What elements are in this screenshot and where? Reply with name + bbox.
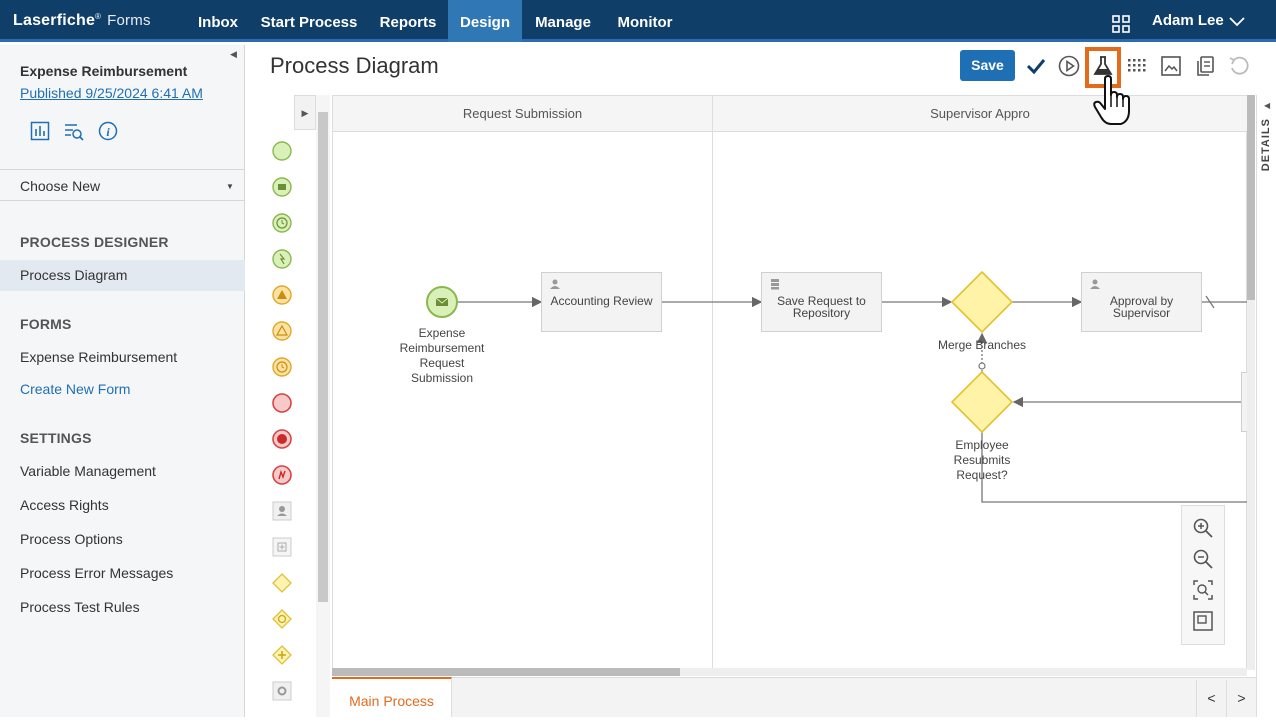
zoom-out-icon[interactable]	[1192, 548, 1214, 570]
task-label: Save Request to Repository	[777, 294, 866, 320]
published-link[interactable]: Published 9/25/2024 6:41 AM	[20, 85, 203, 101]
parallel-gateway-icon[interactable]	[272, 645, 292, 665]
details-label[interactable]: DETAILS	[1260, 118, 1272, 171]
sidebar-item-process-options[interactable]: Process Options	[20, 531, 123, 547]
error-end-event-icon[interactable]	[272, 465, 292, 485]
inclusive-gateway-icon[interactable]	[272, 609, 292, 629]
run-play-icon[interactable]	[1057, 54, 1081, 78]
search-list-icon[interactable]	[64, 121, 84, 141]
task-accounting-review[interactable]: Accounting Review	[541, 272, 662, 332]
collapse-sidebar-icon[interactable]: ◀	[230, 49, 237, 60]
start-event-icon[interactable]	[272, 141, 292, 161]
task-approval-supervisor[interactable]: Approval by Supervisor	[1081, 272, 1202, 332]
left-sidebar: ◀ Expense Reimbursement Published 9/25/2…	[0, 45, 245, 717]
end-event-icon[interactable]	[272, 393, 292, 413]
task-label: Approval by Supervisor	[1109, 294, 1174, 320]
lane-divider	[712, 96, 713, 668]
validate-check-icon[interactable]	[1024, 54, 1048, 78]
product-name: Forms	[107, 12, 151, 29]
divider	[0, 169, 245, 170]
nav-reports[interactable]: Reports	[368, 0, 448, 42]
resubmit-gateway[interactable]	[951, 371, 1013, 433]
page-title: Process Diagram	[270, 53, 439, 78]
nav-design[interactable]: Design	[448, 0, 522, 42]
resubmit-gateway-label: Employee Resubmits Request?	[953, 438, 1011, 482]
palette-scroll-thumb[interactable]	[318, 112, 328, 602]
sidebar-item-process-diagram[interactable]: Process Diagram	[20, 267, 127, 283]
task-save-request[interactable]: Save Request to Repository	[761, 272, 882, 332]
choose-new-dropdown[interactable]: Choose New	[20, 178, 100, 194]
signal-catch-event-icon[interactable]	[272, 321, 292, 341]
canvas-horizontal-thumb[interactable]	[332, 668, 680, 676]
canvas-vertical-thumb[interactable]	[1247, 95, 1255, 300]
sidebar-item-create-form[interactable]: Create New Form	[20, 381, 130, 397]
nav-start-process[interactable]: Start Process	[252, 0, 366, 42]
brand-logo[interactable]: Laserfiche® Forms	[13, 12, 151, 30]
sidebar-item-process-test-rules[interactable]: Process Test Rules	[20, 599, 140, 615]
section-process-designer: PROCESS DESIGNER	[20, 234, 169, 250]
brand-name: Laserfiche	[13, 12, 96, 29]
image-export-icon[interactable]	[1159, 54, 1183, 78]
task-label: Accounting Review	[550, 294, 653, 308]
zoom-in-icon[interactable]	[1192, 517, 1214, 539]
process-tab-bar	[332, 677, 1256, 717]
next-tab-button[interactable]: >	[1226, 680, 1256, 717]
zoom-fit-icon[interactable]	[1192, 579, 1214, 601]
nav-inbox[interactable]: Inbox	[186, 0, 250, 42]
lane-supervisor-approval[interactable]: Supervisor Appro	[713, 96, 1247, 132]
details-panel-toggle[interactable]	[1256, 95, 1276, 717]
section-forms: FORMS	[20, 316, 72, 332]
apps-grid-icon[interactable]	[1112, 15, 1130, 33]
service-task-icon[interactable]	[272, 681, 292, 701]
signal-start-event-icon[interactable]	[272, 249, 292, 269]
expand-details-icon[interactable]: ◀	[1264, 101, 1270, 110]
chevron-down-icon[interactable]	[1229, 14, 1245, 28]
expand-palette-icon[interactable]: ▶	[294, 95, 316, 130]
merge-gateway[interactable]	[951, 271, 1013, 333]
svg-text:i: i	[106, 125, 110, 139]
sidebar-item-access-rights[interactable]: Access Rights	[20, 497, 109, 513]
repository-icon	[771, 279, 779, 290]
nav-monitor[interactable]: Monitor	[605, 0, 685, 42]
prev-tab-button[interactable]: <	[1196, 680, 1226, 717]
process-name: Expense Reimbursement	[20, 63, 188, 79]
section-settings: SETTINGS	[20, 430, 92, 446]
caret-down-icon[interactable]: ▼	[226, 182, 234, 191]
timer-start-event-icon[interactable]	[272, 213, 292, 233]
terminate-end-event-icon[interactable]	[272, 429, 292, 449]
top-navigation: Laserfiche® Forms Inbox Start Process Rep…	[0, 0, 1276, 42]
exclusive-gateway-icon[interactable]	[272, 573, 292, 593]
lane-request-submission[interactable]: Request Submission	[333, 96, 712, 132]
signal-intermediate-event-icon[interactable]	[272, 285, 292, 305]
copy-icon[interactable]	[1193, 54, 1217, 78]
user-menu[interactable]: Adam Lee	[1152, 12, 1224, 29]
info-icon[interactable]: i	[98, 121, 118, 141]
divider	[0, 200, 245, 201]
start-event-label: Expense Reimbursement Request Submission	[399, 326, 485, 385]
timer-intermediate-event-icon[interactable]	[272, 357, 292, 377]
tab-main-process[interactable]: Main Process	[332, 677, 452, 717]
undo-icon[interactable]	[1227, 54, 1251, 78]
user-task-icon	[550, 279, 560, 289]
sidebar-item-process-error-messages[interactable]: Process Error Messages	[20, 565, 173, 581]
message-start-event-icon[interactable]	[272, 177, 292, 197]
message-start-event[interactable]	[425, 285, 459, 319]
sidebar-item-expense-form[interactable]: Expense Reimbursement	[20, 349, 177, 365]
subprocess-icon[interactable]	[272, 537, 292, 557]
user-task-icon[interactable]	[272, 501, 292, 521]
overview-map-icon[interactable]	[1192, 610, 1214, 632]
hand-cursor-icon	[1093, 75, 1130, 125]
nav-manage[interactable]: Manage	[523, 0, 603, 42]
sidebar-item-variable-management[interactable]: Variable Management	[20, 463, 156, 479]
merge-branches-label: Merge Branches	[937, 338, 1027, 352]
report-chart-icon[interactable]	[30, 121, 50, 141]
user-task-icon	[1090, 279, 1100, 289]
save-button[interactable]: Save	[960, 50, 1015, 81]
